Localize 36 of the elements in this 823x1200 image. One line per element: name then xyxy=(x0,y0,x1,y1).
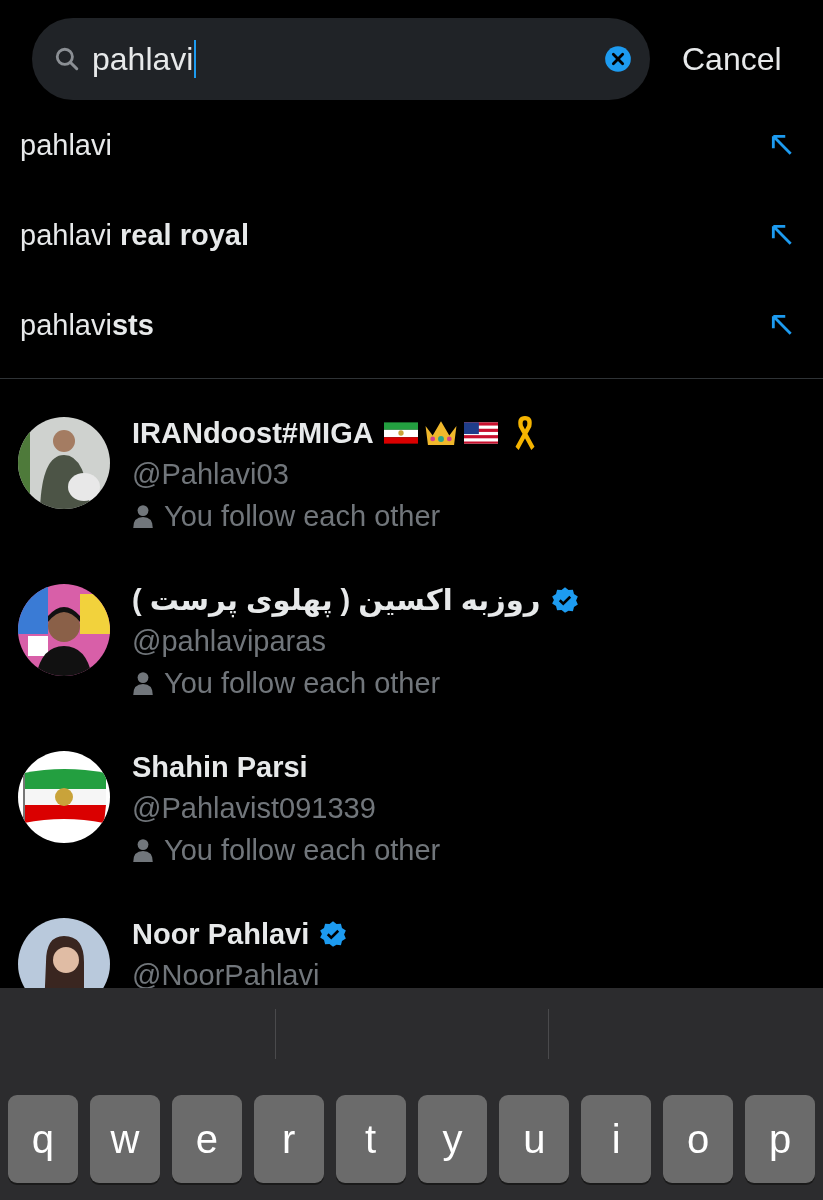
verified-icon xyxy=(550,586,579,614)
keyboard-key[interactable]: e xyxy=(171,1095,242,1183)
search-icon xyxy=(54,46,80,72)
keyboard-key[interactable]: o xyxy=(663,1095,734,1183)
text-cursor xyxy=(194,40,197,78)
user-handle: @Pahlavist091339 xyxy=(132,791,377,826)
flag-icon xyxy=(463,421,498,445)
user-name: IRANdoost#MIGA xyxy=(132,416,374,450)
keyboard-key[interactable]: y xyxy=(417,1095,488,1183)
person-icon xyxy=(132,503,154,529)
person-icon xyxy=(132,670,154,696)
search-field[interactable]: pahlavi xyxy=(32,18,650,100)
search-suggestion[interactable]: pahlavi real royal xyxy=(20,218,249,252)
follow-status: You follow each other xyxy=(164,833,441,867)
follow-status: You follow each other xyxy=(164,666,441,700)
keyboard-key[interactable]: t xyxy=(335,1095,406,1183)
search-suggestion[interactable]: pahlavi xyxy=(20,128,112,162)
verified-icon xyxy=(319,920,348,948)
follow-status: You follow each other xyxy=(164,499,441,533)
keyboard-key[interactable]: w xyxy=(89,1095,160,1183)
search-suggestion[interactable]: pahlavists xyxy=(20,308,154,342)
keyboard-key[interactable]: q xyxy=(8,1095,78,1183)
user-handle: @pahlaviparas xyxy=(132,624,327,659)
keyboard-key[interactable]: i xyxy=(581,1095,652,1183)
person-icon xyxy=(132,837,154,863)
cancel-button[interactable]: Cancel xyxy=(682,40,782,78)
flag-icon xyxy=(383,421,418,445)
user-name: روزبه اکسین ( پهلوی پرست ) xyxy=(132,583,541,617)
keyboard-key[interactable]: r xyxy=(253,1095,324,1183)
keyboard-key[interactable]: p xyxy=(745,1095,816,1183)
user-name: Shahin Parsi xyxy=(132,750,308,784)
keyboard-key[interactable]: u xyxy=(499,1095,570,1183)
user-name: Noor Pahlavi xyxy=(132,917,310,951)
user-handle: @Pahlavi03 xyxy=(132,457,290,492)
search-text: pahlavi xyxy=(92,40,194,78)
clear-icon[interactable] xyxy=(604,45,632,73)
